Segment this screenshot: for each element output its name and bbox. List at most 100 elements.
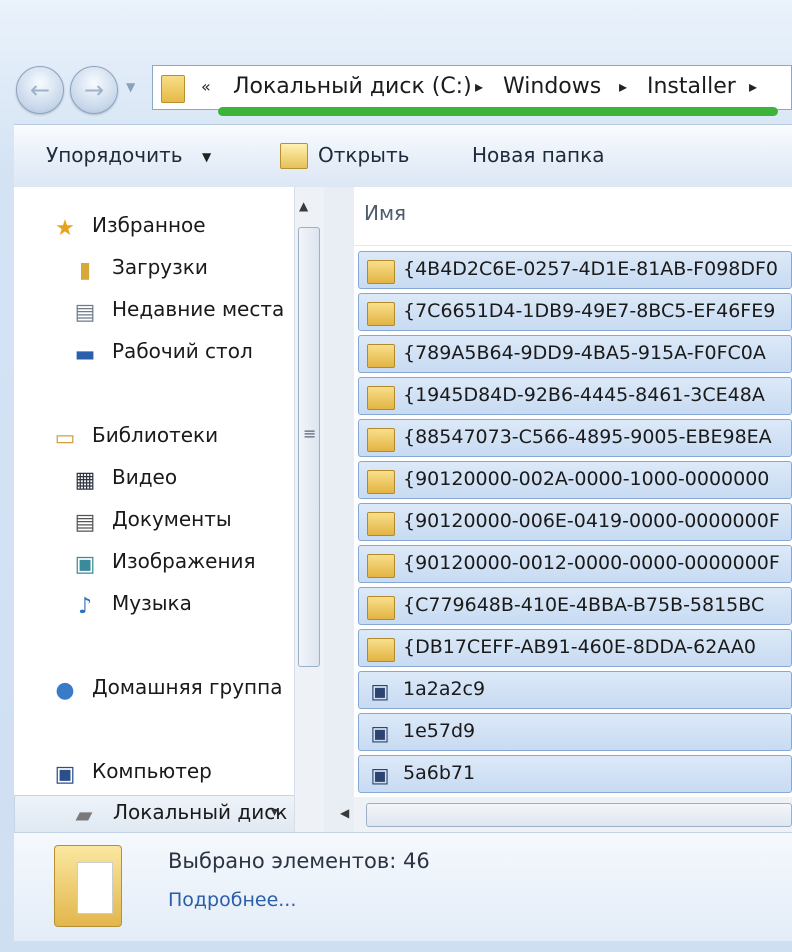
- file-horizontal-scrollbar[interactable]: [354, 797, 792, 832]
- new-folder-button[interactable]: Новая папка: [472, 143, 604, 167]
- folder-icon: [367, 638, 395, 662]
- back-arrow-icon: ←: [29, 76, 51, 104]
- file-row[interactable]: {4B4D2C6E-0257-4D1E-81AB-F098DF0: [358, 251, 792, 289]
- file-row[interactable]: {1945D84D-92B6-4445-8461-3CE48A: [358, 377, 792, 415]
- video-icon: ▦: [74, 467, 96, 493]
- scrollbar-thumb[interactable]: [366, 803, 792, 827]
- nav-item-documents[interactable]: ▤ Документы: [14, 503, 294, 539]
- file-row[interactable]: {88547073-C566-4895-9005-EBE98EA: [358, 419, 792, 457]
- file-row[interactable]: {7C6651D4-1DB9-49E7-8BC5-EF46FE9: [358, 293, 792, 331]
- folder-icon: [367, 386, 395, 410]
- details-pane: Выбрано элементов: 46 Подробнее...: [14, 832, 792, 941]
- homegroup-icon: ●: [55, 677, 75, 703]
- nav-item-desktop[interactable]: ▬ Рабочий стол: [14, 335, 294, 371]
- images-icon: ▣: [74, 551, 96, 577]
- nav-item-images[interactable]: ▣ Изображения: [14, 545, 294, 581]
- installer-package-icon: ▣: [370, 763, 390, 787]
- folder-icon: [367, 596, 395, 620]
- navigation-pane: ★ Избранное ▮ Загрузки ▤ Недавние места …: [14, 187, 296, 835]
- grip-icon: ≡: [303, 424, 317, 443]
- file-row[interactable]: {C779648B-410E-4BBA-B75B-5815BC: [358, 587, 792, 625]
- computer-icon: ▣: [54, 761, 76, 787]
- file-list-pane: Имя {4B4D2C6E-0257-4D1E-81AB-F098DF0 {7C…: [354, 187, 792, 832]
- scroll-left-icon[interactable]: ◀: [340, 806, 349, 820]
- file-row[interactable]: {DB17CEFF-AB91-460E-8DDA-62AA0: [358, 629, 792, 667]
- nav-item-label: Домашняя группа: [92, 675, 283, 699]
- file-row[interactable]: {90120000-002A-0000-1000-0000000: [358, 461, 792, 499]
- nav-item-label: Рабочий стол: [112, 339, 253, 363]
- folder-icon: [367, 512, 395, 536]
- folder-icon: [367, 470, 395, 494]
- nav-item-recent[interactable]: ▤ Недавние места: [14, 293, 294, 329]
- more-details-link[interactable]: Подробнее...: [168, 889, 296, 911]
- nav-item-label: Изображения: [112, 549, 256, 573]
- nav-item-downloads[interactable]: ▮ Загрузки: [14, 251, 294, 287]
- nav-item-music[interactable]: ♪ Музыка: [14, 587, 294, 623]
- folder-icon: [367, 428, 395, 452]
- installer-package-icon: ▣: [370, 721, 390, 745]
- file-name: {789A5B64-9DD9-4BA5-915A-F0FC0A: [403, 342, 766, 364]
- file-name: {DB17CEFF-AB91-460E-8DDA-62AA0: [403, 636, 756, 658]
- document-icon: [77, 862, 113, 914]
- nav-item-computer[interactable]: ▣ Компьютер: [14, 755, 294, 791]
- scroll-up-icon[interactable]: ▲: [299, 199, 308, 213]
- nav-item-label: Музыка: [112, 591, 192, 615]
- nav-item-label: Избранное: [92, 213, 206, 237]
- back-button[interactable]: ←: [16, 66, 64, 114]
- star-icon: ★: [55, 215, 75, 241]
- file-row[interactable]: {789A5B64-9DD9-4BA5-915A-F0FC0A: [358, 335, 792, 373]
- file-row[interactable]: ▣ 1e57d9: [358, 713, 792, 751]
- chevron-down-icon[interactable]: ▾: [271, 804, 278, 820]
- music-icon: ♪: [77, 593, 93, 619]
- file-name: 5a6b71: [403, 762, 476, 784]
- breadcrumb-separator-icon[interactable]: ▸: [619, 77, 627, 96]
- nav-item-libraries[interactable]: ▭ Библиотеки: [14, 419, 294, 455]
- file-name: {90120000-006E-0419-0000-0000000F: [403, 510, 780, 532]
- command-bar: Упорядочить ▼ Открыть Новая папка: [14, 124, 792, 188]
- address-bar[interactable]: « Локальный диск (C:) ▸ Windows ▸ Instal…: [152, 65, 792, 110]
- scrollbar-thumb[interactable]: [298, 227, 320, 667]
- file-name: 1e57d9: [403, 720, 476, 742]
- forward-button[interactable]: →: [70, 66, 118, 114]
- folder-icon: [367, 302, 395, 326]
- file-row[interactable]: ▣ 1a2a2c9: [358, 671, 792, 709]
- file-row[interactable]: {90120000-006E-0419-0000-0000000F: [358, 503, 792, 541]
- file-name: 1a2a2c9: [403, 678, 486, 700]
- file-name: {90120000-002A-0000-1000-0000000: [403, 468, 770, 490]
- nav-item-label: Загрузки: [112, 255, 208, 279]
- file-row[interactable]: ▣ 5a6b71: [358, 755, 792, 793]
- breadcrumb-windows[interactable]: Windows: [503, 74, 601, 99]
- breadcrumb-separator-icon[interactable]: ▸: [749, 77, 757, 96]
- nav-item-homegroup[interactable]: ● Домашняя группа: [14, 671, 294, 707]
- breadcrumb-local-disk[interactable]: Локальный диск (C:): [233, 74, 472, 99]
- history-dropdown-chevron-icon[interactable]: ▼: [126, 80, 135, 94]
- file-name: {7C6651D4-1DB9-49E7-8BC5-EF46FE9: [403, 300, 776, 322]
- column-name-label[interactable]: Имя: [364, 201, 406, 225]
- organize-button[interactable]: Упорядочить: [46, 143, 183, 167]
- nav-item-label: Библиотеки: [92, 423, 219, 447]
- column-header[interactable]: Имя: [354, 187, 792, 246]
- chevron-down-icon: ▼: [202, 150, 212, 164]
- breadcrumb-overflow-icon[interactable]: «: [201, 77, 211, 96]
- file-name: {90120000-0012-0000-0000-0000000F: [403, 552, 780, 574]
- folder-icon: [367, 554, 395, 578]
- file-row[interactable]: {90120000-0012-0000-0000-0000000F: [358, 545, 792, 583]
- folder-icon: [367, 344, 395, 368]
- nav-vertical-scrollbar[interactable]: ▲ ≡: [294, 187, 325, 832]
- nav-item-label: Недавние места: [112, 297, 285, 321]
- nav-item-label: Локальный диск: [113, 800, 288, 824]
- pane-splitter[interactable]: [324, 187, 354, 832]
- nav-item-local-disk[interactable]: ▰ Локальный диск ▾: [14, 795, 296, 835]
- breadcrumb-installer[interactable]: Installer: [647, 74, 736, 99]
- nav-item-favorites[interactable]: ★ Избранное: [14, 209, 294, 245]
- downloads-folder-icon: ▮: [78, 257, 92, 283]
- open-button[interactable]: Открыть: [318, 143, 409, 167]
- file-name: {88547073-C566-4895-9005-EBE98EA: [403, 426, 772, 448]
- nav-item-video[interactable]: ▦ Видео: [14, 461, 294, 497]
- explorer-window: ← → ▼ « Локальный диск (C:) ▸ Windows ▸ …: [0, 0, 792, 952]
- recent-places-icon: ▤: [74, 299, 96, 325]
- nav-item-label: Видео: [112, 465, 178, 489]
- open-icon: [280, 143, 308, 169]
- breadcrumb-separator-icon[interactable]: ▸: [475, 77, 483, 96]
- nav-item-label: Компьютер: [92, 759, 212, 783]
